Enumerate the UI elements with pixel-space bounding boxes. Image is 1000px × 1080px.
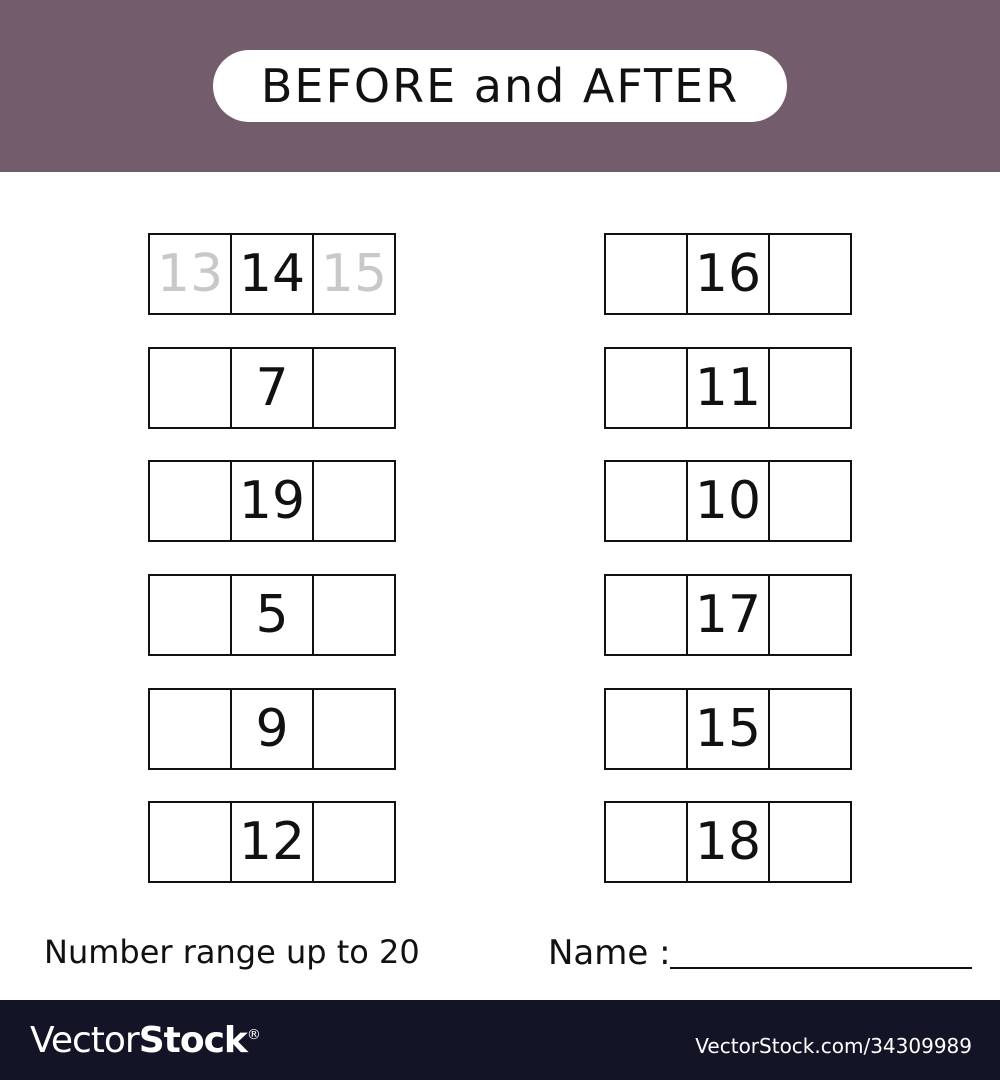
before-cell[interactable]	[606, 462, 686, 540]
image-reference: VectorStock.com/34309989	[695, 1034, 972, 1058]
before-cell[interactable]	[606, 349, 686, 427]
before-after-box: 18	[604, 801, 852, 883]
after-cell[interactable]	[312, 349, 394, 427]
before-cell[interactable]	[606, 803, 686, 881]
before-after-box: 17	[604, 574, 852, 656]
before-cell[interactable]	[150, 349, 230, 427]
page-title: BEFORE and AFTER	[213, 50, 787, 122]
after-cell[interactable]	[768, 235, 850, 313]
before-after-box: 5	[148, 574, 396, 656]
number-cell: 18	[686, 803, 768, 881]
example-box: 13 14 15	[148, 233, 396, 315]
footer: VectorStock® VectorStock.com/34309989	[0, 1000, 1000, 1080]
before-after-box: 12	[148, 801, 396, 883]
number-cell: 11	[686, 349, 768, 427]
number-cell: 19	[230, 462, 312, 540]
before-cell[interactable]	[150, 576, 230, 654]
number-cell: 10	[686, 462, 768, 540]
before-cell[interactable]	[150, 462, 230, 540]
name-label: Name :	[548, 933, 671, 973]
after-cell[interactable]	[312, 690, 394, 768]
after-cell[interactable]	[768, 803, 850, 881]
before-cell[interactable]	[606, 690, 686, 768]
before-cell: 13	[156, 244, 224, 304]
before-after-box: 7	[148, 347, 396, 429]
after-cell[interactable]	[312, 803, 394, 881]
after-cell[interactable]	[312, 576, 394, 654]
before-cell[interactable]	[606, 235, 686, 313]
before-cell[interactable]	[150, 803, 230, 881]
after-cell[interactable]	[312, 462, 394, 540]
after-cell[interactable]	[768, 349, 850, 427]
before-cell[interactable]	[150, 690, 230, 768]
number-cell: 5	[230, 576, 312, 654]
before-after-box: 15	[604, 688, 852, 770]
number-cell: 16	[686, 235, 768, 313]
range-label: Number range up to 20	[44, 933, 420, 971]
number-cell: 15	[686, 690, 768, 768]
header-banner: BEFORE and AFTER	[0, 0, 1000, 172]
before-after-box: 10	[604, 460, 852, 542]
name-input-line[interactable]	[670, 967, 972, 969]
before-after-box: 11	[604, 347, 852, 429]
vectorstock-logo: VectorStock®	[30, 1020, 261, 1061]
before-after-box: 19	[148, 460, 396, 542]
number-cell: 14	[230, 235, 312, 313]
number-cell: 9	[230, 690, 312, 768]
before-cell[interactable]	[606, 576, 686, 654]
number-cell: 17	[686, 576, 768, 654]
number-cell: 12	[230, 803, 312, 881]
after-cell[interactable]	[768, 690, 850, 768]
after-cell: 15	[312, 235, 394, 313]
after-cell[interactable]	[768, 462, 850, 540]
before-after-box: 16	[604, 233, 852, 315]
before-after-box: 9	[148, 688, 396, 770]
number-cell: 7	[230, 349, 312, 427]
after-cell[interactable]	[768, 576, 850, 654]
